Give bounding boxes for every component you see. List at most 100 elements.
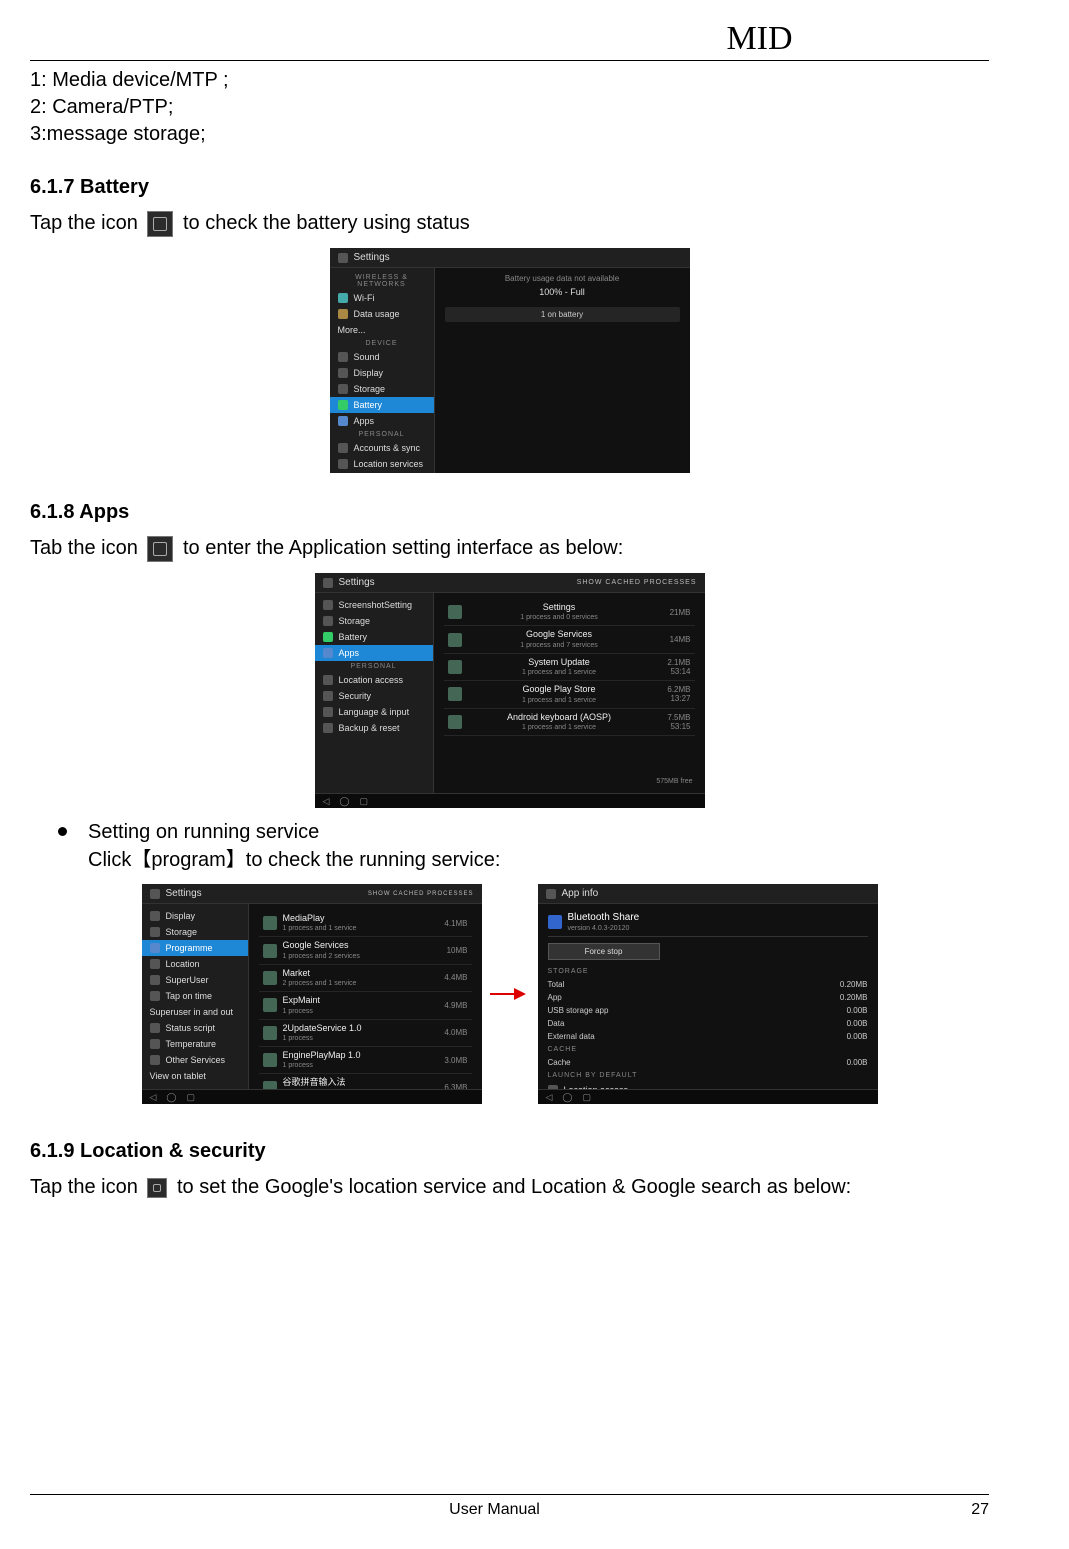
services-icon [150, 1055, 160, 1065]
sidebar-item-apps[interactable]: Apps [330, 413, 434, 429]
apps-show-cached[interactable]: SHOW CACHED PROCESSES [577, 579, 697, 586]
sidebar-item-location[interactable]: Location services [330, 456, 434, 472]
android-navbar: ◁ ◯ ▢ [538, 1089, 878, 1104]
sidebar-item-display[interactable]: Display [330, 365, 434, 381]
apps-icon [150, 943, 160, 953]
sidebar-item[interactable]: Superuser in and out [142, 1004, 248, 1020]
footer-label: User Manual [30, 1501, 959, 1519]
temp-icon [150, 1039, 160, 1049]
app-icon [263, 916, 277, 930]
back-icon[interactable]: ◁ [323, 796, 330, 807]
battery-row[interactable]: 1 on battery [445, 307, 680, 322]
app-icon [448, 605, 462, 619]
wifi-icon [338, 293, 348, 303]
sidebar-item-more[interactable]: More... [330, 322, 434, 338]
stat-row: Data0.00B [548, 1018, 868, 1029]
storage-icon [150, 927, 160, 937]
sidebar-item[interactable]: SuperUser [142, 972, 248, 988]
sidebar-item[interactable]: Storage [142, 924, 248, 940]
sound-icon [338, 352, 348, 362]
location-icon [150, 959, 160, 969]
back-icon[interactable]: ◁ [546, 1092, 553, 1103]
sidebar-item-loc2[interactable]: Location access [315, 672, 433, 688]
sidebar-item-security[interactable]: Security [330, 472, 434, 473]
sidebar-item-apps2[interactable]: Apps [315, 645, 433, 661]
home-icon[interactable]: ◯ [166, 1092, 176, 1103]
appinfo-pane: Bluetooth Share version 4.0.3-20120 Forc… [538, 904, 878, 1089]
sidebar-item-sound[interactable]: Sound [330, 349, 434, 365]
sidebar-item[interactable]: Location [142, 956, 248, 972]
sidebar-item-battery2[interactable]: Battery [315, 629, 433, 645]
shield-icon [323, 691, 333, 701]
app-row[interactable]: EnginePlayMap 1.01 process3.0MB [259, 1047, 472, 1074]
display-icon [338, 368, 348, 378]
back-icon[interactable]: ◁ [150, 1092, 157, 1103]
sidebar-item-wifi[interactable]: Wi-Fi [330, 290, 434, 306]
sidebar-item-sec2[interactable]: Security [315, 688, 433, 704]
app-row[interactable]: Google Play Store1 process and 1 service… [444, 681, 695, 708]
heading-619: 6.1.9 Location & security [30, 1140, 989, 1163]
screenshot-apps: Settings SHOW CACHED PROCESSES Screensho… [315, 573, 705, 808]
stat-row: USB storage app0.00B [548, 1005, 868, 1016]
bullet-running-follow: Click【program】to check the running servi… [58, 846, 989, 874]
heading-617: 6.1.7 Battery [30, 176, 989, 199]
apps-free: 575MB free [444, 776, 695, 787]
sidebar-item[interactable]: Display [142, 908, 248, 924]
section-launch: LAUNCH BY DEFAULT [548, 1070, 868, 1081]
bullet-running-service: Setting on running service [58, 818, 989, 846]
app-icon [263, 998, 277, 1012]
app-icon [263, 971, 277, 985]
screenshot-icon [323, 600, 333, 610]
app-row[interactable]: Google Services1 process and 2 services1… [259, 937, 472, 964]
sidebar-item-lang2[interactable]: Language & input [315, 704, 433, 720]
app-row[interactable]: Android keyboard (AOSP)1 process and 1 s… [444, 709, 695, 736]
sidebar-item-backup2[interactable]: Backup & reset [315, 720, 433, 736]
location-icon [323, 675, 333, 685]
footer-rule [30, 1494, 989, 1495]
side-head-personal: PERSONAL [330, 429, 434, 440]
sidebar-item-accounts[interactable]: Accounts & sync [330, 440, 434, 456]
app-row[interactable]: 2UpdateService 1.01 process4.0MB [259, 1020, 472, 1047]
app-row[interactable]: ExpMaint1 process4.9MB [259, 992, 472, 1019]
apps-icon [323, 648, 333, 658]
appinfo-header: Bluetooth Share version 4.0.3-20120 [548, 910, 868, 937]
sidebar-item[interactable]: Temperature [142, 1036, 248, 1052]
sidebar-item-storage2[interactable]: Storage [315, 613, 433, 629]
battery-percent: 100% - Full [445, 287, 680, 297]
app-row[interactable]: Google Services1 process and 7 services1… [444, 626, 695, 653]
app-row[interactable]: Settings1 process and 0 services21MB [444, 599, 695, 626]
sidebar-item-storage[interactable]: Storage [330, 381, 434, 397]
sidebar-item[interactable]: View on tablet [142, 1068, 248, 1084]
sidebar-item[interactable]: Tap on time [142, 988, 248, 1004]
sidebar-item[interactable]: Other Services [142, 1052, 248, 1068]
sidebar-item-battery[interactable]: Battery [330, 397, 434, 413]
home-icon[interactable]: ◯ [562, 1092, 572, 1103]
para-619-b: to set the Google's location service and… [177, 1176, 851, 1198]
intro-line-2: 2: Camera/PTP; [30, 94, 989, 121]
home-icon[interactable]: ◯ [339, 796, 349, 807]
app-row[interactable]: Market2 process and 1 service4.4MB [259, 965, 472, 992]
battery-shot-title: Settings [354, 252, 390, 263]
sidebar-item-screenshot[interactable]: ScreenshotSetting [315, 597, 433, 613]
battery-icon [323, 632, 333, 642]
app-icon [263, 1053, 277, 1067]
recent-icon[interactable]: ▢ [360, 796, 369, 807]
time-icon [150, 991, 160, 1001]
app-icon [448, 660, 462, 674]
recent-icon[interactable]: ▢ [187, 1092, 196, 1103]
running-show-cached[interactable]: SHOW CACHED PROCESSES [368, 891, 474, 897]
sidebar-item-programme[interactable]: Programme [142, 940, 248, 956]
app-row[interactable]: MediaPlay1 process and 1 service4.1MB [259, 910, 472, 937]
page-number: 27 [959, 1501, 989, 1519]
sidebar-item-data[interactable]: Data usage [330, 306, 434, 322]
accounts-icon [338, 443, 348, 453]
apps-shot-titlebar: Settings SHOW CACHED PROCESSES [315, 573, 705, 593]
app-row[interactable]: System Update1 process and 1 service2.1M… [444, 654, 695, 681]
app-icon [448, 633, 462, 647]
apps-sidebar: ScreenshotSetting Storage Battery Apps P… [315, 593, 434, 793]
recent-icon[interactable]: ▢ [583, 1092, 592, 1103]
force-stop-button[interactable]: Force stop [548, 943, 660, 960]
android-navbar: ◁ ◯ ▢ [315, 793, 705, 808]
sidebar-item[interactable]: Status script [142, 1020, 248, 1036]
app-icon [448, 687, 462, 701]
